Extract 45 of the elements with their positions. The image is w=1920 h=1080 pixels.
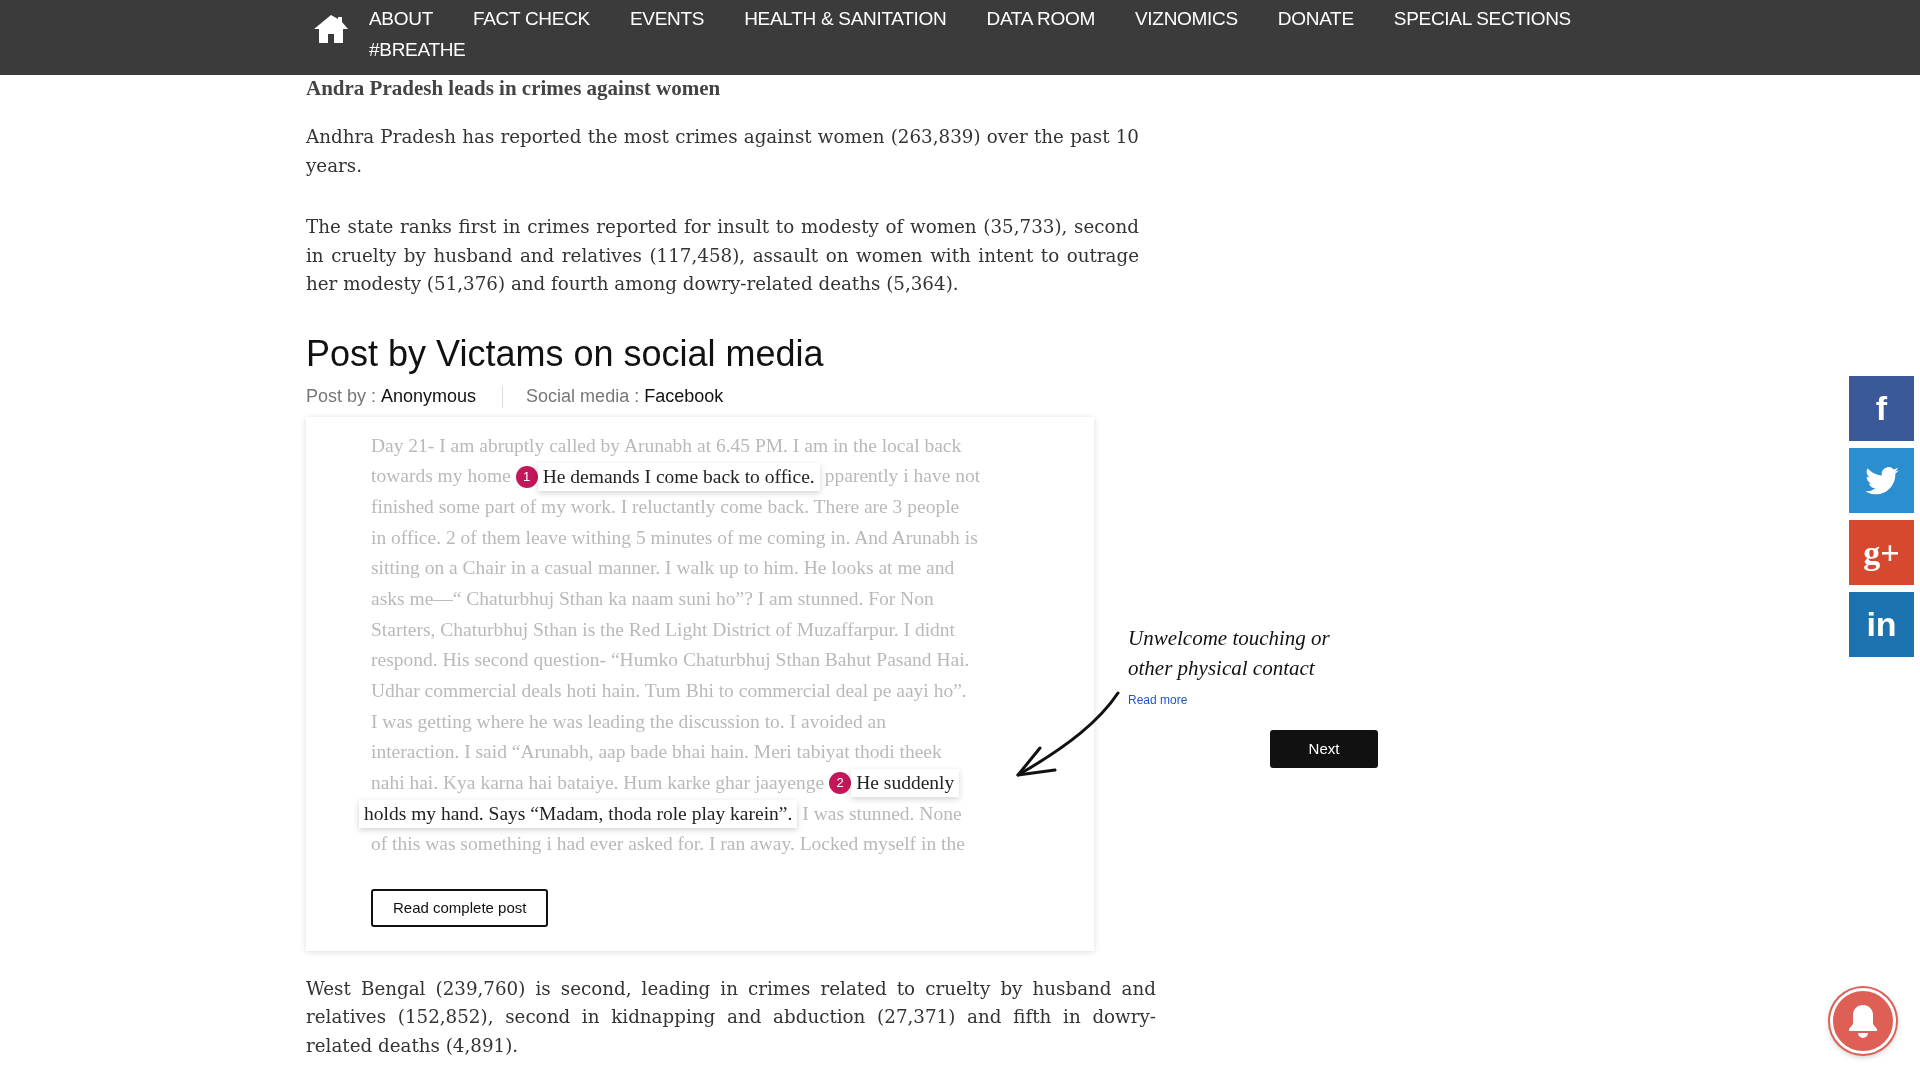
faded-post-text: in office. 2 of them leave withing 5 minutes of me coming in. And Arunabh is [371,525,978,550]
handwritten-note: Unwelcome touching or other physical contact [1128,624,1331,682]
post-title: Post by Victams on social media [306,331,825,376]
highlighted-quote: He demands I come back to office. [537,462,820,491]
paragraph: The state ranks first in crimes reported for insult to modesty of women (35,733), second in cruelty by husband and relatives (117,458), assault on women with intent to outrage her modesty (51,376) and fourth among dowry-related deaths (5,364). [306,215,1139,296]
faded-post-text: Udhar commercial deals hoti hain. Tum Bhi to commercial deal pe aayi ho”. [371,679,967,703]
faded-post-text: pparently i have not [824,464,981,489]
number-badge: 1 [515,465,538,488]
meta-label: Social media : [526,386,640,407]
faded-post-text: towards my home [371,464,511,489]
nav-link[interactable]: DATA ROOM [986,6,1095,31]
nav-link[interactable]: #BREATHE [369,37,466,62]
read-more-link[interactable]: Read more [1128,692,1378,707]
nav-link[interactable]: EVENTS [629,6,705,31]
highlighted-quote: He suddenly [851,769,960,798]
faded-post-text: finished some part of my work. I reluctantly come back. There are 3 people [371,494,960,519]
faded-post-text: of this was something i had ever asked for. I ran away. Locked myself in the [371,832,965,857]
nav-link[interactable]: HEALTH & SANITATION [744,6,947,31]
paragraph: West Bengal (239,760) is second, leading in crimes related to cruelty by husband and relatives (152,852), second in kidnapping and abduction (27,371) and fifth in dowry-related deaths (4,891). [306,976,1156,1058]
nav-link[interactable]: ABOUT [369,6,433,31]
nav-link[interactable]: DONATE [1277,6,1354,31]
faded-post-text: interaction. I said “Arunabh, aap bade bhai hain. Meri tabiyat thodi theek [371,740,942,765]
nav-link[interactable]: SPECIAL SECTIONS [1393,6,1571,31]
linkedin-button[interactable]: in [1849,592,1914,657]
meta-label: Post by : [306,386,377,407]
number-badge: 2 [829,772,852,795]
facebook-button[interactable]: f [1849,376,1914,441]
nav-link[interactable]: VIZNOMICS [1134,6,1238,31]
next-button[interactable]: Next [1270,729,1378,768]
faded-post-text: I was stunned. None [802,801,962,826]
meta-value: Anonymous [381,386,477,407]
faded-post-text: Starters, Chaturbhuj Sthan is the Red Light District of Muzaffarpur. I didnt [371,617,955,642]
faded-post-text: sitting on a Chair in a casual manner. I walk up to him. He looks at me and [371,556,955,581]
read-complete-post-button[interactable]: Read complete post [371,888,549,927]
section-heading: Andra Pradesh leads in crimes against women [306,75,722,101]
faded-post-text: I was getting where he was leading the discussion to. I avoided an [371,709,886,734]
faded-post-text: nahi hai. Kya karna hai bataiye. Hum karke ghar jaayenge [371,771,825,796]
nav-link[interactable]: FACT CHECK [472,6,590,31]
meta-value: Facebook [644,386,724,407]
highlighted-quote: holds my hand. Says “Madam, thoda role play karein”. [359,800,798,829]
google-plus-button[interactable]: g+ [1849,520,1914,585]
paragraph: Andhra Pradesh has reported the most crimes against women (263,839) over the past 10 years. [306,125,1139,178]
faded-post-text: asks me—“ Chaturbhuj Sthan ka naam suni ho”? I am stunned. For Non [371,586,934,611]
faded-post-text: respond. His second question- “Humko Chaturbhuj Sthan Bahut Pasand Hai. [371,648,970,673]
faded-post-text: Day 21- I am abruptly called by Arunabh at 6.45 PM. I am in the local back [371,433,962,458]
